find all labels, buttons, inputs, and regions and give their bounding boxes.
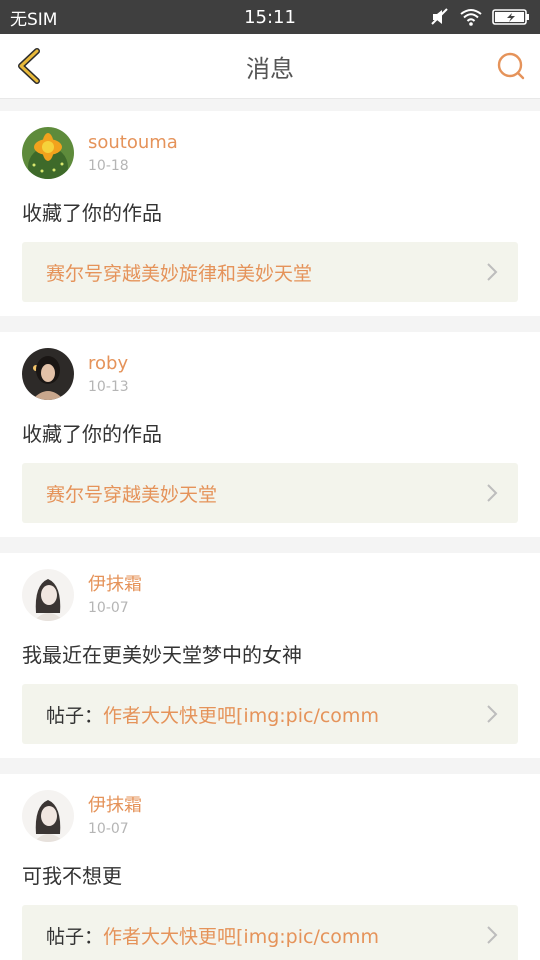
message-card[interactable]: 伊抹霜 10-07 可我不想更 帖子： 作者大大快更吧[img:pic/comm [0,774,540,960]
cactus-flower-avatar-icon [22,127,74,179]
link-title: 作者大大快更吧[img:pic/comm [103,704,379,727]
message-date: 10-07 [88,821,129,837]
girl-sketch-avatar-icon [22,790,74,842]
linked-post-button[interactable]: 帖子： 作者大大快更吧[img:pic/comm [22,905,518,960]
chevron-right-icon [487,926,498,944]
chevron-right-icon [487,705,498,723]
avatar[interactable] [22,569,74,621]
message-card[interactable]: roby 10-13 收藏了你的作品 赛尔号穿越美妙天堂 [0,332,540,537]
message-header: 伊抹霜 10-07 [22,790,518,842]
message-text: 可我不想更 [22,864,122,888]
username[interactable]: roby [88,353,129,375]
girl-sketch-avatar-icon [22,569,74,621]
chevron-right-icon [487,484,498,502]
user-portrait-avatar-icon [22,348,74,400]
status-bar: 无SIM 15:11 [0,0,540,34]
linked-post-button[interactable]: 帖子： 作者大大快更吧[img:pic/comm [22,684,518,744]
username[interactable]: soutouma [88,132,178,154]
link-prefix: 帖子： [46,704,104,727]
chevron-right-icon [487,263,498,281]
message-header: 伊抹霜 10-07 [22,569,518,621]
message-text: 收藏了你的作品 [22,422,162,446]
avatar[interactable] [22,790,74,842]
clock: 15:11 [244,6,296,28]
link-title: 赛尔号穿越美妙旋律和美妙天堂 [46,262,313,285]
username[interactable]: 伊抹霜 [88,574,142,596]
link-title: 作者大大快更吧[img:pic/comm [103,925,379,948]
message-text: 我最近在更美妙天堂梦中的女神 [22,643,302,667]
message-text: 收藏了你的作品 [22,201,162,225]
nav-bar: 消息 [0,34,540,99]
message-header: soutouma 10-18 [22,127,518,179]
message-list: soutouma 10-18 收藏了你的作品 赛尔号穿越美妙旋律和美妙天堂 ro… [0,99,540,960]
link-prefix: 帖子： [46,925,104,948]
message-date: 10-13 [88,379,129,395]
message-header: roby 10-13 [22,348,518,400]
back-chevron-icon[interactable] [14,48,44,84]
link-title: 赛尔号穿越美妙天堂 [46,483,218,506]
message-date: 10-18 [88,158,129,174]
page-title: 消息 [246,54,294,83]
message-date: 10-07 [88,600,129,616]
search-icon[interactable] [496,51,526,81]
message-card[interactable]: soutouma 10-18 收藏了你的作品 赛尔号穿越美妙旋律和美妙天堂 [0,111,540,316]
linked-work-button[interactable]: 赛尔号穿越美妙天堂 [22,463,518,523]
message-card[interactable]: 伊抹霜 10-07 我最近在更美妙天堂梦中的女神 帖子： 作者大大快更吧[img… [0,553,540,758]
avatar[interactable] [22,348,74,400]
avatar[interactable] [22,127,74,179]
username[interactable]: 伊抹霜 [88,795,142,817]
linked-work-button[interactable]: 赛尔号穿越美妙旋律和美妙天堂 [22,242,518,302]
